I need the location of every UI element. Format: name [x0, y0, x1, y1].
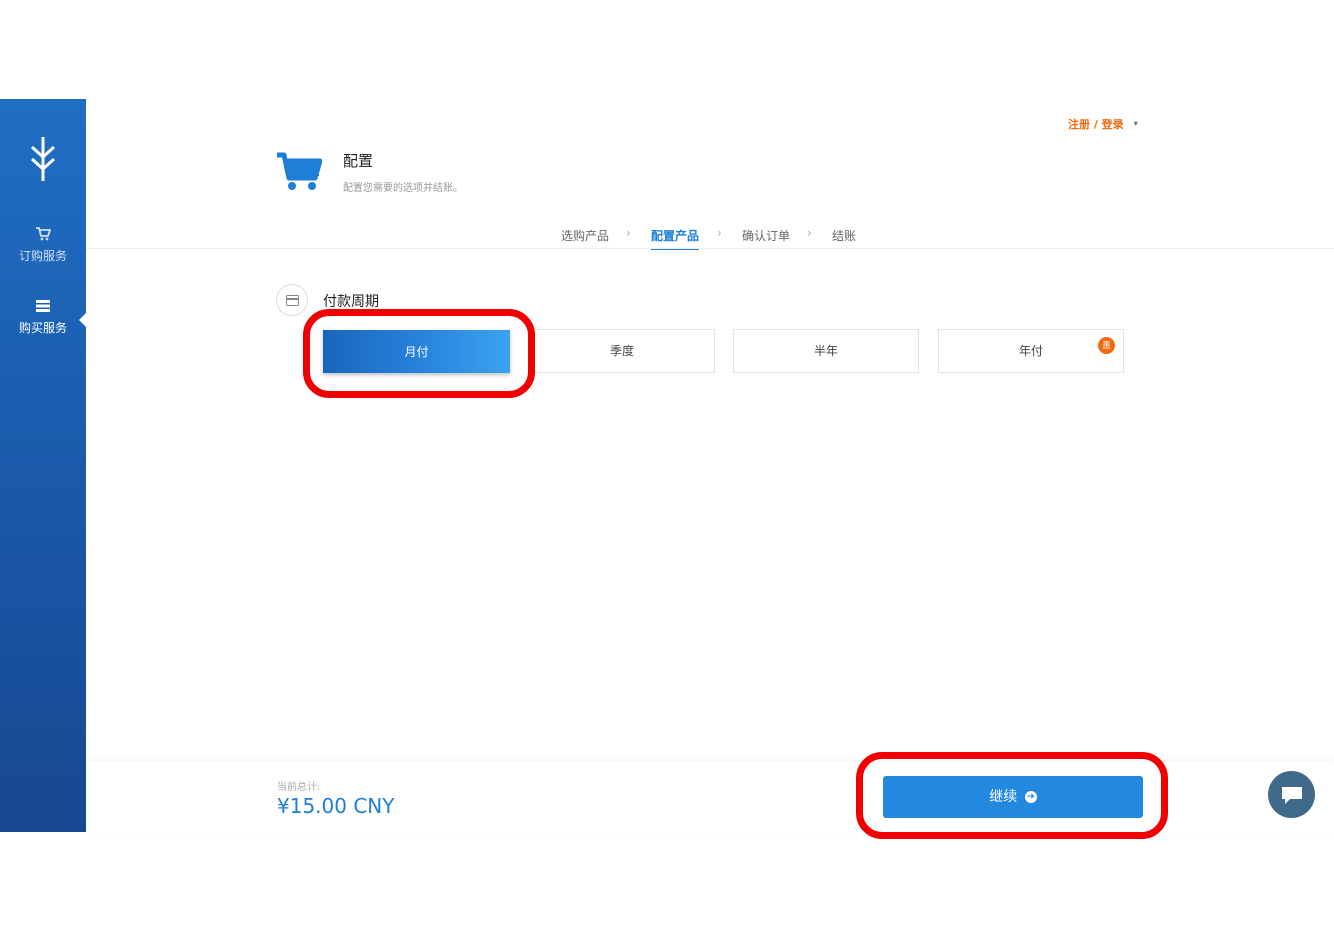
list-icon: [36, 300, 50, 312]
option-label: 年付: [1018, 344, 1043, 358]
billing-option-annual[interactable]: 年付 惠: [938, 329, 1124, 373]
login-label: 注册 / 登录: [1068, 118, 1124, 131]
cart-icon: [277, 152, 322, 190]
total-value: ¥15.00 CNY: [277, 794, 395, 818]
chat-button[interactable]: [1268, 771, 1315, 818]
sidebar-item-label: 订购服务: [18, 249, 67, 263]
option-label: 月付: [404, 345, 429, 359]
chevron-right-icon: ›: [717, 226, 722, 240]
page-subtitle: 配置您需要的选项并结账。: [343, 183, 463, 194]
chat-icon: [1282, 787, 1302, 804]
footer-bar: [86, 762, 1334, 832]
login-register-link[interactable]: 注册 / 登录 ▾: [1068, 116, 1138, 132]
billing-option-quarterly[interactable]: 季度: [529, 329, 715, 373]
option-label: 季度: [609, 344, 634, 358]
total-label: 当前总计:: [277, 782, 321, 793]
billing-cycle-title: 付款周期: [323, 294, 379, 310]
logo-icon: [30, 137, 56, 181]
billing-option-semiannual[interactable]: 半年: [733, 329, 919, 373]
arrow-circle-right-icon: ➜: [1024, 791, 1037, 803]
sidebar: 订购服务 购买服务: [0, 99, 86, 832]
step-checkout[interactable]: 结账: [832, 227, 856, 244]
checkout-steps: 选购产品 › 配置产品 › 确认订单 › 结账: [0, 226, 1334, 250]
step-select-product[interactable]: 选购产品: [561, 227, 609, 244]
continue-button[interactable]: 继续 ➜: [883, 776, 1143, 818]
page-title: 配置: [343, 152, 374, 170]
chevron-right-icon: ›: [626, 226, 631, 240]
discount-badge: 惠: [1098, 337, 1115, 354]
step-confirm-order[interactable]: 确认订单: [742, 227, 790, 244]
chevron-right-icon: ›: [807, 226, 812, 240]
chevron-down-icon: ▾: [1133, 119, 1138, 128]
billing-section-icon: [276, 284, 308, 316]
sidebar-item-buy-service[interactable]: 购买服务: [0, 299, 86, 336]
option-label: 半年: [813, 344, 838, 358]
continue-label: 继续: [989, 789, 1018, 805]
credit-card-icon: [286, 295, 299, 306]
sidebar-item-label: 购买服务: [18, 321, 67, 335]
step-configure-product[interactable]: 配置产品: [651, 227, 700, 250]
active-indicator: [79, 313, 86, 327]
divider: [86, 248, 1334, 249]
billing-option-monthly[interactable]: 月付: [323, 330, 510, 373]
